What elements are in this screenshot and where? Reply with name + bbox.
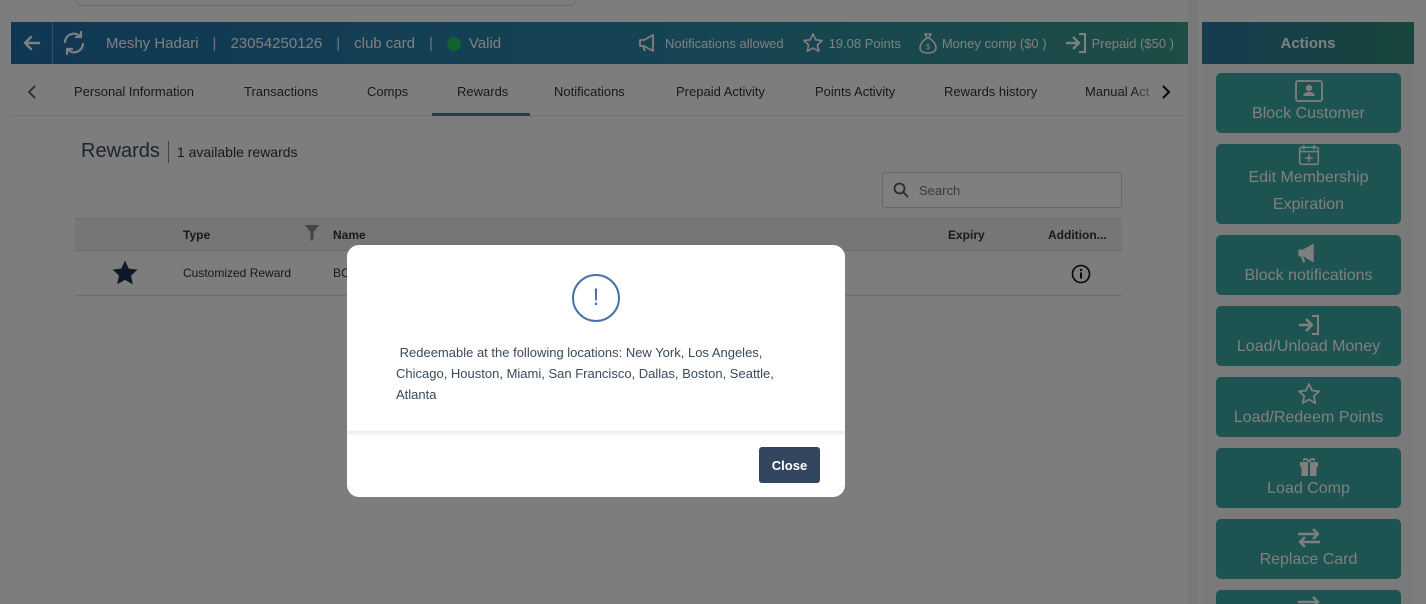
- close-button[interactable]: Close: [759, 447, 820, 483]
- dialog-message: Redeemable at the following locations: N…: [396, 342, 786, 405]
- dialog-message-text: Redeemable at the following locations: N…: [396, 345, 774, 402]
- info-dialog: ! Redeemable at the following locations:…: [347, 245, 845, 497]
- dialog-divider: [347, 431, 845, 435]
- exclamation-icon: !: [572, 274, 620, 322]
